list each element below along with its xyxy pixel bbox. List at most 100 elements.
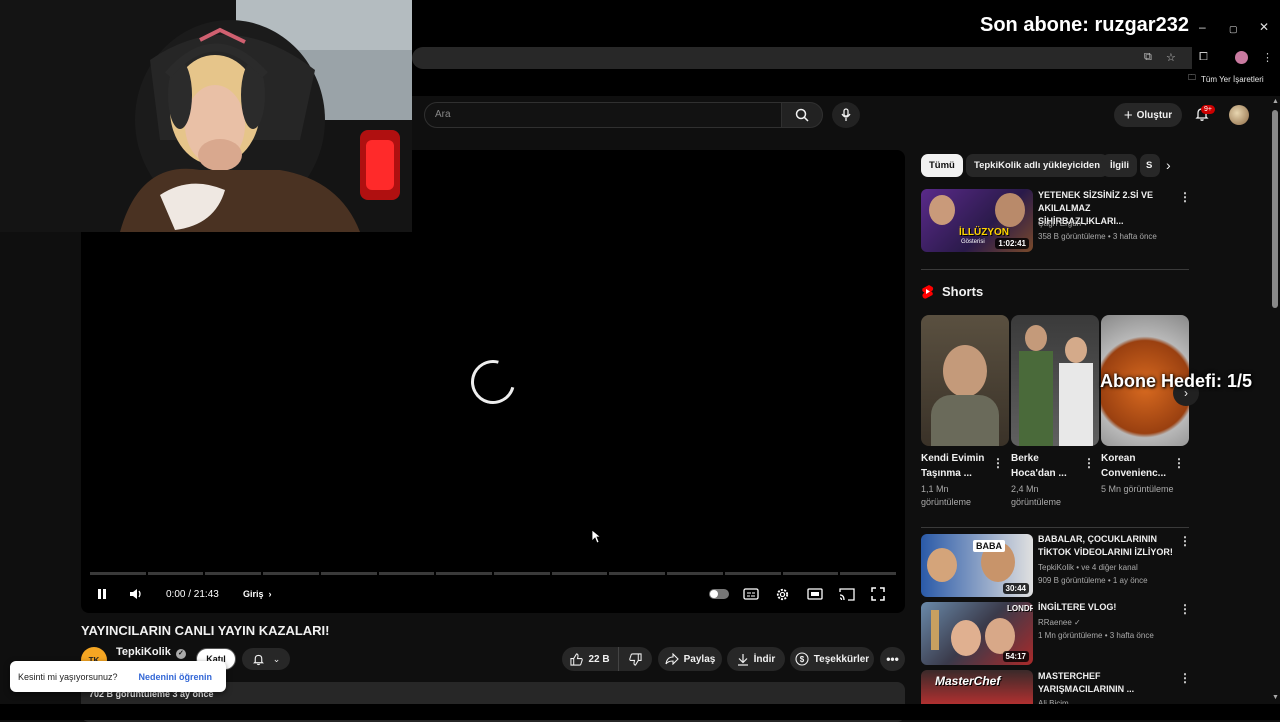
chip-all[interactable]: Tümü (921, 154, 963, 177)
maximize-icon[interactable]: ▢ (1229, 24, 1238, 35)
video-thumbnail[interactable]: BABA 30:44 (921, 534, 1033, 597)
close-icon[interactable]: ✕ (1259, 20, 1269, 34)
search-input[interactable]: Ara (424, 102, 782, 128)
dislike-button[interactable] (618, 647, 652, 671)
download-button[interactable]: İndir (727, 647, 785, 671)
chapter-button[interactable]: Giriş › (243, 585, 272, 603)
volume-button[interactable] (128, 585, 144, 603)
chip-more[interactable]: S (1140, 154, 1160, 177)
short-menu-icon[interactable]: ⋮ (1083, 456, 1095, 470)
short-thumbnail[interactable] (921, 315, 1009, 446)
bookmark-star-icon[interactable]: ☆ (1166, 51, 1176, 64)
more-actions-button[interactable]: ••• (880, 647, 905, 671)
video-channel[interactable]: Ali Biçim (1038, 697, 1069, 704)
cast-button[interactable] (839, 585, 855, 603)
progress-bar[interactable] (90, 572, 897, 575)
video-thumbnail[interactable]: İLLÜZYON Gösterisi 1:02:41 (921, 189, 1033, 252)
mouse-cursor-icon (591, 529, 602, 549)
video-title: YAYINCILARIN CANLI YAYIN KAZALARI! (81, 623, 330, 638)
settings-button[interactable] (775, 585, 790, 603)
theater-mode-button[interactable] (807, 585, 823, 603)
channel-name-text: TepkiKolik (116, 646, 171, 658)
account-avatar[interactable] (1229, 105, 1249, 125)
more-horizontal-icon: ••• (886, 652, 899, 666)
video-channel-name: RRaenee (1038, 618, 1072, 627)
thumbs-down-icon (629, 652, 642, 666)
all-bookmarks[interactable]: 🗀 Tüm Yer İşaretleri (1188, 72, 1264, 86)
short-views: 1,1 Mn görüntüleme (921, 484, 972, 507)
video-stats: 909 B görüntüleme • 1 ay önce (1038, 576, 1148, 585)
pause-icon (98, 589, 106, 599)
share-label: Paylaş (683, 653, 716, 665)
profile-avatar-icon[interactable] (1235, 51, 1248, 64)
like-count: 22 B (588, 653, 610, 665)
autoplay-toggle[interactable] (709, 585, 729, 603)
search-button[interactable] (781, 102, 823, 128)
extensions-icon[interactable]: ⧠ (1199, 51, 1208, 64)
learn-why-link[interactable]: Nedenini öğrenin (138, 672, 212, 682)
toast-text: Kesinti mi yaşıyorsunuz? (18, 671, 118, 682)
video-channel[interactable]: TepkiKolik • ve 4 diğer kanal (1038, 561, 1138, 574)
address-bar[interactable] (412, 47, 1192, 69)
short-title[interactable]: Berke Hoca'dan ... (1011, 451, 1083, 481)
video-title[interactable]: İNGİLTERE VLOG! (1038, 601, 1176, 614)
video-channel-name: Çağrı Ergün (1038, 219, 1082, 228)
channel-name[interactable]: TepkiKolik ✓ (116, 646, 186, 659)
voice-search-button[interactable] (832, 102, 860, 128)
gear-icon (776, 588, 789, 600)
video-thumbnail[interactable]: LONDRA 54:17 (921, 602, 1033, 665)
create-button[interactable]: + Oluştur (1114, 103, 1182, 127)
verified-icon: ✓ (1074, 618, 1081, 627)
video-menu-icon[interactable]: ⋮ (1179, 190, 1191, 204)
short-title[interactable]: Kendi Evimin Taşınma ... (921, 451, 993, 481)
microphone-icon (841, 108, 851, 121)
browser-menu-icon[interactable]: ⋮ (1262, 51, 1273, 64)
download-label: İndir (753, 653, 776, 665)
short-title[interactable]: Korean Convenienc... (1101, 451, 1173, 481)
fullscreen-icon (871, 587, 885, 601)
theater-icon (807, 588, 823, 600)
short-views: 5 Mn görüntüleme (1101, 484, 1174, 494)
video-menu-icon[interactable]: ⋮ (1179, 671, 1191, 685)
thumbnail-text: BABA (973, 540, 1005, 552)
thumbnail-subtext: Gösterisi (961, 239, 985, 245)
chip-from-uploader[interactable]: TepkiKolik adlı yükleyiciden (966, 154, 1109, 177)
video-duration: 1:02:41 (995, 238, 1029, 249)
like-button[interactable]: 22 B (562, 647, 618, 671)
shorts-header: Shorts (921, 284, 983, 299)
video-title[interactable]: BABALAR, ÇOCUKLARININ TİKTOK VİDEOLARINI… (1038, 533, 1176, 559)
chevron-right-icon: › (268, 589, 272, 599)
fullscreen-button[interactable] (871, 585, 885, 603)
outage-toast: Kesinti mi yaşıyorsunuz? Nedenini öğreni… (10, 661, 226, 692)
chips-next-icon[interactable]: › (1166, 157, 1171, 173)
video-channel[interactable]: Çağrı Ergün ✓ (1038, 217, 1090, 230)
scrollbar-thumb[interactable] (1272, 110, 1278, 308)
volume-icon (130, 589, 141, 599)
scroll-up-icon[interactable]: ▲ (1272, 98, 1279, 105)
install-app-icon[interactable]: ⧉ (1144, 51, 1152, 64)
video-title[interactable]: MASTERCHEF YARIŞMACILARININ ... (1038, 670, 1176, 696)
thumbs-up-icon (570, 652, 584, 666)
short-menu-icon[interactable]: ⋮ (1173, 456, 1185, 470)
video-channel[interactable]: RRaenee ✓ (1038, 616, 1081, 629)
plus-icon: + (1123, 106, 1133, 124)
last-subscriber-overlay: Son abone: ruzgar232 (980, 14, 1189, 36)
subscription-bell-button[interactable]: ⌄ (242, 648, 290, 670)
video-menu-icon[interactable]: ⋮ (1179, 602, 1191, 616)
subtitles-button[interactable] (743, 585, 759, 603)
super-thanks-icon: $ (795, 652, 809, 666)
thanks-button[interactable]: $ Teşekkürler (790, 647, 874, 671)
chip-related[interactable]: İlgili (1102, 154, 1137, 177)
short-thumbnail[interactable] (1011, 315, 1099, 446)
divider (921, 269, 1189, 270)
create-label: Oluştur (1136, 109, 1173, 121)
short-menu-icon[interactable]: ⋮ (992, 456, 1004, 470)
short-views: 2,4 Mn görüntüleme (1011, 484, 1062, 507)
share-button[interactable]: Paylaş (658, 647, 722, 671)
minimize-icon[interactable]: – (1199, 20, 1206, 34)
subscriber-goal-overlay: Abone Hedefi: 1/5 (1100, 371, 1253, 391)
scroll-down-icon[interactable]: ▼ (1272, 694, 1279, 701)
video-menu-icon[interactable]: ⋮ (1179, 534, 1191, 548)
pause-button[interactable] (95, 585, 109, 603)
video-thumbnail[interactable]: MasterChef (921, 670, 1033, 704)
